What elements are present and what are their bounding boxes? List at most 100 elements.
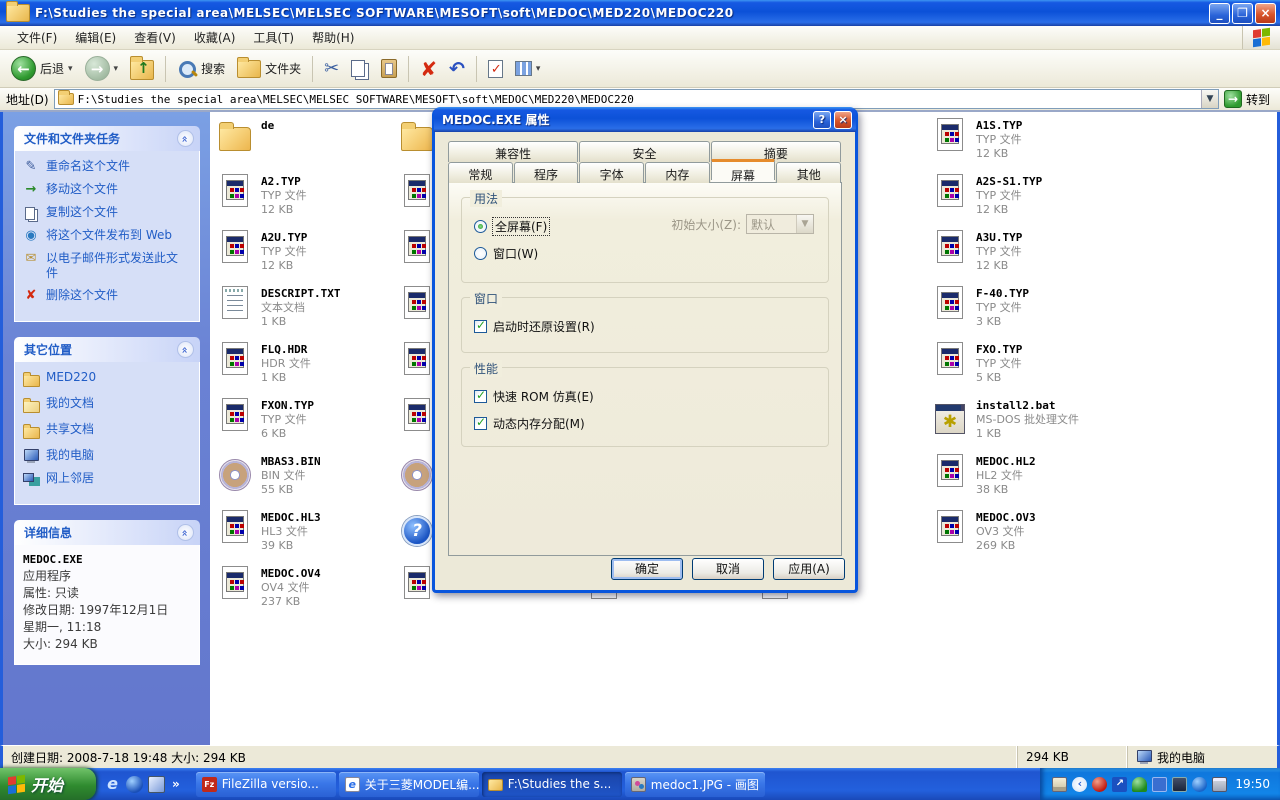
file-item[interactable]: A2S-S1.TYP TYP 文件 12 KB — [933, 174, 1133, 222]
minimize-button[interactable]: _ — [1209, 3, 1230, 24]
quick-launch-overflow-icon[interactable]: » — [172, 777, 180, 791]
window-radio-label[interactable]: 窗口(W) — [493, 245, 538, 262]
forward-dropdown-icon[interactable]: ▾ — [114, 64, 119, 74]
file-item[interactable]: FLQ.HDR HDR 文件 1 KB — [218, 342, 340, 390]
ok-button[interactable]: 确定 — [611, 558, 683, 580]
restore-settings-label[interactable]: 启动时还原设置(R) — [493, 318, 595, 335]
quick-launch-icon[interactable] — [104, 776, 121, 793]
taskbar-task-button[interactable]: 关于三菱MODEL编... — [339, 772, 479, 797]
file-item[interactable]: A2U.TYP TYP 文件 12 KB — [218, 230, 340, 278]
place-link[interactable]: 我的文档 — [23, 396, 193, 415]
panel-details-header[interactable]: 详细信息 « — [14, 520, 200, 545]
panel-file-tasks-header[interactable]: 文件和文件夹任务 « — [14, 126, 200, 151]
initial-size-select[interactable]: 默认 ▼ — [746, 214, 814, 234]
tray-icon[interactable] — [1132, 777, 1147, 792]
fast-rom-checkbox[interactable] — [474, 390, 487, 403]
file-item[interactable]: F-40.TYP TYP 文件 3 KB — [933, 286, 1133, 334]
menu-item[interactable]: 帮助(H) — [303, 26, 363, 49]
menu-item[interactable]: 文件(F) — [8, 26, 66, 49]
file-item[interactable]: MEDOC.OV3 OV3 文件 269 KB — [933, 510, 1133, 558]
place-link[interactable]: 网上邻居 — [23, 471, 193, 487]
fast-rom-label[interactable]: 快速 ROM 仿真(E) — [493, 388, 594, 405]
menu-item[interactable]: 收藏(A) — [185, 26, 245, 49]
file-item[interactable]: FXON.TYP TYP 文件 6 KB — [218, 398, 340, 446]
place-link[interactable]: 我的电脑 — [23, 448, 193, 464]
quick-launch-icon[interactable] — [126, 776, 143, 793]
up-button[interactable] — [125, 54, 159, 83]
file-item[interactable]: DESCRIPT.TXT 文本文档 1 KB — [218, 286, 340, 334]
address-dropdown-icon[interactable]: ▼ — [1201, 90, 1218, 108]
tray-icon[interactable] — [1212, 777, 1227, 792]
file-item[interactable]: de — [218, 118, 340, 166]
tray-icon[interactable] — [1112, 777, 1127, 792]
dialog-tab[interactable]: 内存 — [645, 162, 710, 183]
taskbar-task-button[interactable]: medoc1.JPG - 画图 — [625, 772, 765, 797]
close-button[interactable]: × — [1255, 3, 1276, 24]
tray-icon[interactable] — [1092, 777, 1107, 792]
paste-button[interactable] — [376, 56, 402, 81]
dialog-tab[interactable]: 安全 — [579, 141, 709, 162]
menu-item[interactable]: 查看(V) — [125, 26, 185, 49]
menu-item[interactable]: 编辑(E) — [66, 26, 125, 49]
tray-icon[interactable] — [1152, 777, 1167, 792]
collapse-chevron-icon[interactable]: « — [177, 130, 194, 147]
panel-other-places-header[interactable]: 其它位置 « — [14, 337, 200, 362]
restore-settings-checkbox[interactable] — [474, 320, 487, 333]
file-item[interactable]: A1S.TYP TYP 文件 12 KB — [933, 118, 1133, 166]
file-item[interactable]: MBAS3.BIN BIN 文件 55 KB — [218, 454, 340, 502]
place-link[interactable]: 共享文档 — [23, 422, 193, 441]
window-radio[interactable] — [474, 247, 487, 260]
forward-button[interactable]: → ▾ — [80, 53, 124, 84]
task-link[interactable]: 复制这个文件 — [23, 205, 193, 221]
dialog-tab[interactable]: 程序 — [514, 162, 579, 183]
file-item[interactable]: install2.bat MS-DOS 批处理文件 1 KB — [933, 398, 1133, 446]
go-button[interactable]: → 转到 — [1224, 90, 1276, 108]
task-link[interactable]: 重命名这个文件 — [23, 159, 193, 175]
undo-button[interactable]: ↶ — [444, 56, 470, 82]
check-page-button[interactable] — [483, 57, 508, 81]
fullscreen-radio-label[interactable]: 全屏幕(F) — [493, 218, 549, 235]
collapse-chevron-icon[interactable]: « — [177, 341, 194, 358]
cancel-button[interactable]: 取消 — [692, 558, 764, 580]
dialog-tab[interactable]: 常规 — [448, 162, 513, 183]
search-button[interactable]: 搜索 — [172, 56, 230, 82]
apply-button[interactable]: 应用(A) — [773, 558, 845, 580]
task-link[interactable]: 移动这个文件 — [23, 182, 193, 198]
taskbar-task-button[interactable]: F:\Studies the s... — [482, 772, 622, 797]
file-item[interactable]: MEDOC.HL2 HL2 文件 38 KB — [933, 454, 1133, 502]
tray-icon[interactable] — [1192, 777, 1207, 792]
delete-button[interactable]: ✘ — [415, 56, 442, 82]
taskbar-task-button[interactable]: FileZilla versio... — [196, 772, 336, 797]
dialog-tab[interactable]: 其他 — [776, 162, 841, 183]
task-link[interactable]: 以电子邮件形式发送此文件 — [23, 251, 193, 281]
task-link[interactable]: 删除这个文件 — [23, 288, 193, 304]
tray-icon[interactable] — [1052, 777, 1067, 792]
menu-item[interactable]: 工具(T) — [244, 26, 303, 49]
folders-button[interactable]: 文件夹 — [232, 57, 306, 81]
back-dropdown-icon[interactable]: ▾ — [68, 64, 73, 74]
quick-launch-icon[interactable] — [148, 776, 165, 793]
copy-button[interactable] — [346, 57, 374, 80]
file-item[interactable]: FXO.TYP TYP 文件 5 KB — [933, 342, 1133, 390]
file-item[interactable]: A2.TYP TYP 文件 12 KB — [218, 174, 340, 222]
collapse-chevron-icon[interactable]: « — [177, 524, 194, 541]
dialog-tab[interactable]: 兼容性 — [448, 141, 578, 162]
place-link[interactable]: MED220 — [23, 370, 193, 389]
dialog-tab[interactable]: 屏幕 — [711, 159, 776, 180]
task-link[interactable]: 将这个文件发布到 Web — [23, 228, 193, 244]
address-input[interactable]: F:\Studies the special area\MELSEC\MELSE… — [54, 89, 1219, 109]
views-dropdown-icon[interactable]: ▾ — [536, 64, 541, 74]
dynamic-memory-checkbox[interactable] — [474, 417, 487, 430]
file-item[interactable]: A3U.TYP TYP 文件 12 KB — [933, 230, 1133, 278]
tray-icon[interactable] — [1072, 777, 1087, 792]
back-button[interactable]: ← 后退 ▾ — [6, 53, 78, 84]
views-button[interactable]: ▾ — [510, 58, 546, 79]
dialog-help-button[interactable]: ? — [813, 111, 831, 129]
dialog-close-button[interactable]: × — [834, 111, 852, 129]
fullscreen-radio[interactable] — [474, 220, 487, 233]
dynamic-memory-label[interactable]: 动态内存分配(M) — [493, 415, 585, 432]
file-item[interactable]: MEDOC.HL3 HL3 文件 39 KB — [218, 510, 340, 558]
dialog-tab[interactable]: 字体 — [579, 162, 644, 183]
restore-button[interactable]: ❐ — [1232, 3, 1253, 24]
tray-icon[interactable] — [1172, 777, 1187, 792]
